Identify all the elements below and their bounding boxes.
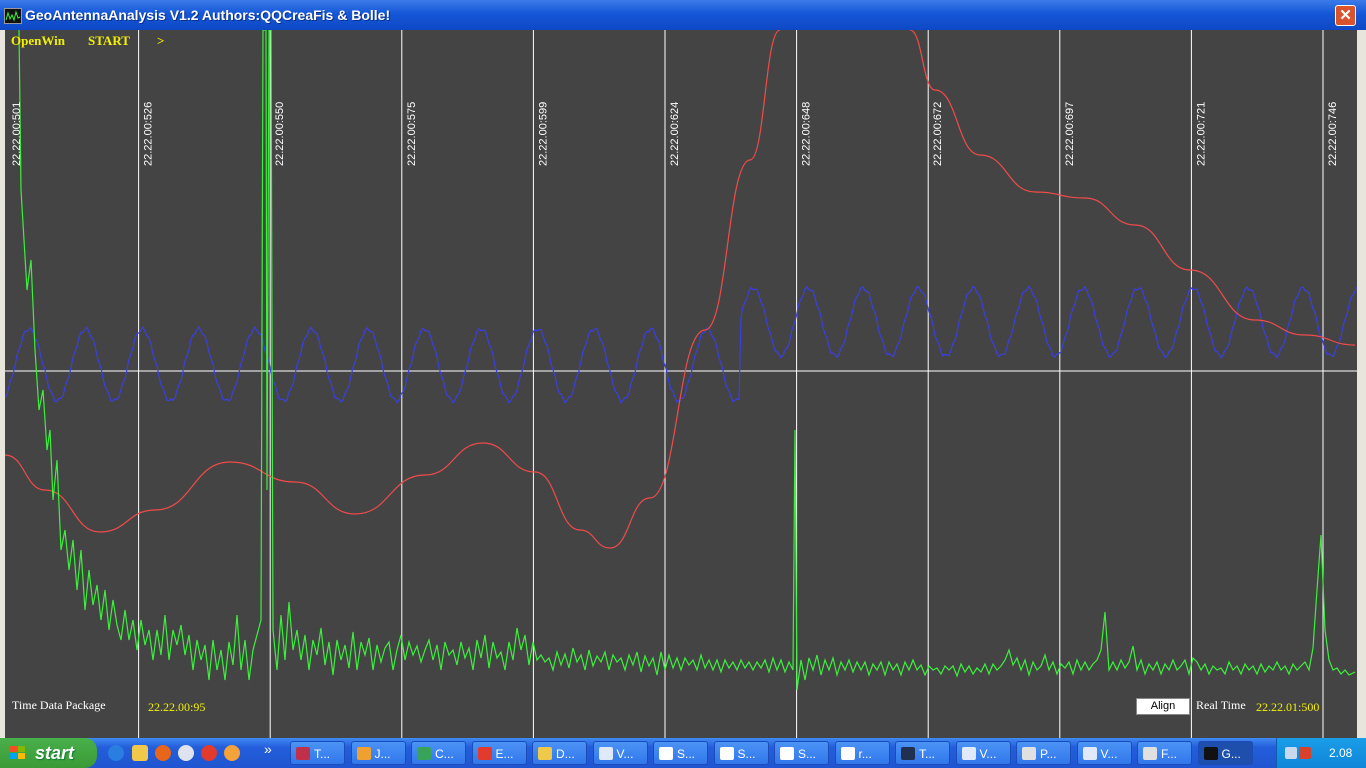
window-icon — [1082, 747, 1097, 760]
real-time-label: Real Time — [1196, 698, 1246, 712]
blue-trace-line — [5, 285, 1357, 404]
taskbar-item[interactable]: D... — [532, 741, 587, 765]
close-button[interactable]: ✕ — [1335, 5, 1356, 26]
pen-icon — [1022, 747, 1036, 760]
floppy-icon — [296, 747, 310, 760]
security-icon[interactable] — [1299, 747, 1311, 759]
wireless-icon — [417, 747, 431, 760]
openwin-button[interactable]: OpenWin — [11, 33, 65, 49]
time-marker-label: 22.22.00:624 — [669, 102, 681, 166]
time-marker-label: 22.22.00:697 — [1064, 102, 1076, 166]
taskbar-item-label: r... — [858, 747, 872, 761]
time-data-package-value: 22.22.00:95 — [148, 700, 206, 714]
taskbar-item[interactable]: F... — [1137, 741, 1192, 765]
red-trace-line — [5, 30, 781, 549]
window-title: GeoAntennaAnalysis V1.2 Authors:QQCreaFi… — [25, 7, 391, 23]
system-tray: 2.08 — [1276, 738, 1366, 768]
time-marker-label: 22.22.00:550 — [274, 102, 286, 166]
app-icon[interactable] — [224, 745, 240, 761]
signal-plot: 22.22.00:501 22.22.00:526 22.22.00:550 22.2… — [5, 30, 1357, 744]
doc-icon — [719, 747, 734, 760]
time-marker-labels: 22.22.00:501 22.22.00:526 22.22.00:550 22.2… — [11, 102, 1339, 166]
start-button-os[interactable]: start — [0, 738, 97, 768]
doc-icon — [659, 747, 673, 760]
taskbar-item[interactable]: V... — [1076, 741, 1132, 765]
pen-icon — [1143, 747, 1157, 760]
doc-icon — [840, 747, 855, 760]
taskbar-item-label: T... — [314, 747, 331, 761]
folder-icon[interactable] — [132, 745, 148, 761]
taskbar-item-label: V... — [616, 747, 634, 761]
taskbar-item[interactable]: r... — [834, 741, 890, 765]
time-marker-label: 22.22.00:501 — [11, 102, 23, 166]
taskbar-item-label: P... — [1040, 747, 1057, 761]
app-graph-icon — [1203, 747, 1218, 760]
time-marker-label: 22.22.00:672 — [932, 102, 944, 166]
taskbar-item-label: C... — [435, 747, 454, 761]
taskbar-item[interactable]: C... — [411, 741, 466, 765]
taskbar-item[interactable]: G... — [1197, 741, 1253, 765]
taskbar-item-label: S... — [737, 747, 756, 761]
app-graph-icon — [4, 8, 22, 24]
time-marker-label: 22.22.00:599 — [537, 102, 549, 166]
start-button[interactable]: START — [88, 33, 130, 49]
paint-icon — [356, 747, 371, 760]
green-trace — [18, 30, 1356, 691]
taskbar-item-label: V... — [979, 747, 997, 761]
window-body: 22.22.00:501 22.22.00:526 22.22.00:550 22.2… — [0, 30, 1366, 768]
grid-lines — [5, 30, 1357, 744]
network-icon[interactable] — [1285, 747, 1297, 759]
taskbar-item[interactable]: V... — [955, 741, 1011, 765]
taskbar-item[interactable]: T... — [895, 741, 950, 765]
terminal-icon — [901, 747, 915, 760]
ie-icon[interactable] — [108, 745, 124, 761]
time-data-package-label: Time Data Package — [12, 698, 106, 712]
taskbar-item[interactable]: S... — [653, 741, 708, 765]
align-button[interactable]: Align — [1136, 698, 1190, 715]
taskbar-item-label: E... — [495, 747, 514, 761]
plot-area[interactable]: 22.22.00:501 22.22.00:526 22.22.00:550 22.2… — [5, 30, 1357, 744]
taskbar-item[interactable]: T... — [290, 741, 345, 765]
taskbar-item[interactable]: P... — [1016, 741, 1071, 765]
time-marker-label: 22.22.00:648 — [801, 102, 813, 166]
clock: 2.08 — [1329, 746, 1353, 760]
quicklaunch-overflow[interactable]: » — [264, 741, 272, 757]
taskbar-item-label: T... — [919, 747, 936, 761]
blue-trace — [5, 285, 1357, 404]
taskbar-item-label: S... — [677, 747, 696, 761]
taskbar-item[interactable]: V... — [592, 741, 648, 765]
time-marker-label: 22.22.00:721 — [1195, 102, 1207, 166]
taskbar-item-label: F... — [1161, 747, 1178, 761]
window-icon — [598, 747, 613, 760]
taskbar-item[interactable]: S... — [713, 741, 769, 765]
media-player-icon[interactable] — [178, 745, 194, 761]
next-button[interactable]: > — [157, 33, 164, 49]
taskbar-item-label: V... — [1100, 747, 1118, 761]
vertical-scrollbar[interactable] — [1357, 30, 1366, 730]
real-time-value: 22.22.01:500 — [1256, 700, 1320, 714]
taskbar-item-label: G... — [1221, 747, 1241, 761]
taskbar: start » T... J... C... E... D... V... S... S...… — [0, 738, 1366, 768]
time-marker-label: 22.22.00:746 — [1327, 102, 1339, 166]
windows-flag-icon — [10, 746, 25, 759]
time-marker-label: 22.22.00:526 — [143, 102, 155, 166]
chrome-icon[interactable] — [201, 745, 217, 761]
red-trace-line — [909, 30, 1356, 346]
folder-icon — [538, 747, 552, 760]
taskbar-item-label: J... — [374, 747, 391, 761]
taskbar-item-label: S... — [798, 747, 817, 761]
window-icon — [961, 747, 976, 760]
doc-icon — [780, 747, 794, 760]
title-bar[interactable]: GeoAntennaAnalysis V1.2 Authors:QQCreaFi… — [0, 0, 1366, 30]
taskbar-item-label: D... — [556, 747, 575, 761]
taskbar-item[interactable]: J... — [350, 741, 406, 765]
chrome-icon — [477, 747, 492, 760]
time-marker-label: 22.22.00:575 — [406, 102, 418, 166]
taskbar-item[interactable]: S... — [774, 741, 829, 765]
firefox-icon[interactable] — [155, 745, 171, 761]
start-label: start — [35, 743, 75, 763]
taskbar-item[interactable]: E... — [471, 741, 527, 765]
green-trace-line — [18, 30, 1356, 691]
